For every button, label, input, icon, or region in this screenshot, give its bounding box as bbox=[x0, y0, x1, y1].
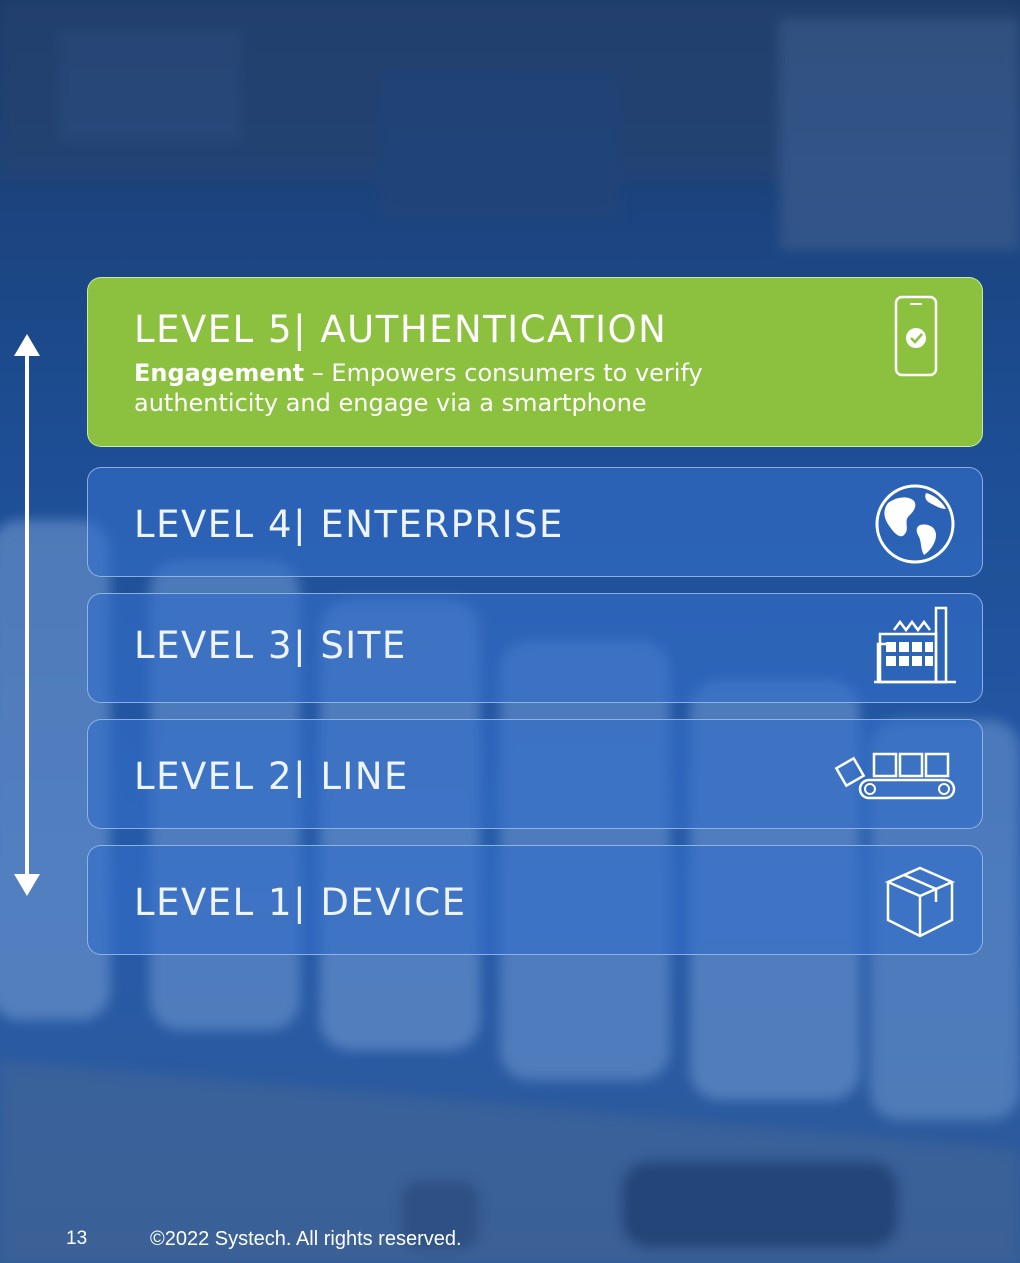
globe-icon bbox=[874, 483, 956, 565]
copyright-text: ©2022 Systech. All rights reserved. bbox=[150, 1228, 462, 1250]
level-5-description: Engagement – Empowers consumers to verif… bbox=[134, 358, 834, 418]
smartphone-check-icon bbox=[893, 294, 939, 378]
level-3-title: LEVEL 3| SITE bbox=[134, 624, 407, 667]
factory-icon bbox=[874, 604, 956, 686]
level-3-card: LEVEL 3| SITE bbox=[87, 593, 983, 703]
level-5-title: LEVEL 5| AUTHENTICATION bbox=[134, 308, 668, 351]
level-4-card: LEVEL 4| ENTERPRISE bbox=[87, 467, 983, 577]
level-1-title: LEVEL 1| DEVICE bbox=[134, 881, 467, 924]
arrow-down-icon bbox=[14, 874, 40, 896]
page-number: 13 bbox=[66, 1228, 88, 1249]
level-2-card: LEVEL 2| LINE bbox=[87, 719, 983, 829]
package-box-icon bbox=[884, 864, 956, 940]
arrow-shaft bbox=[25, 352, 29, 874]
level-5-card: LEVEL 5| AUTHENTICATION Engagement – Emp… bbox=[87, 277, 983, 447]
level-1-card: LEVEL 1| DEVICE bbox=[87, 845, 983, 955]
level-2-title: LEVEL 2| LINE bbox=[134, 755, 409, 798]
level-5-description-bold: Engagement bbox=[134, 359, 305, 387]
level-4-title: LEVEL 4| ENTERPRISE bbox=[134, 503, 564, 546]
conveyor-icon bbox=[834, 748, 956, 804]
